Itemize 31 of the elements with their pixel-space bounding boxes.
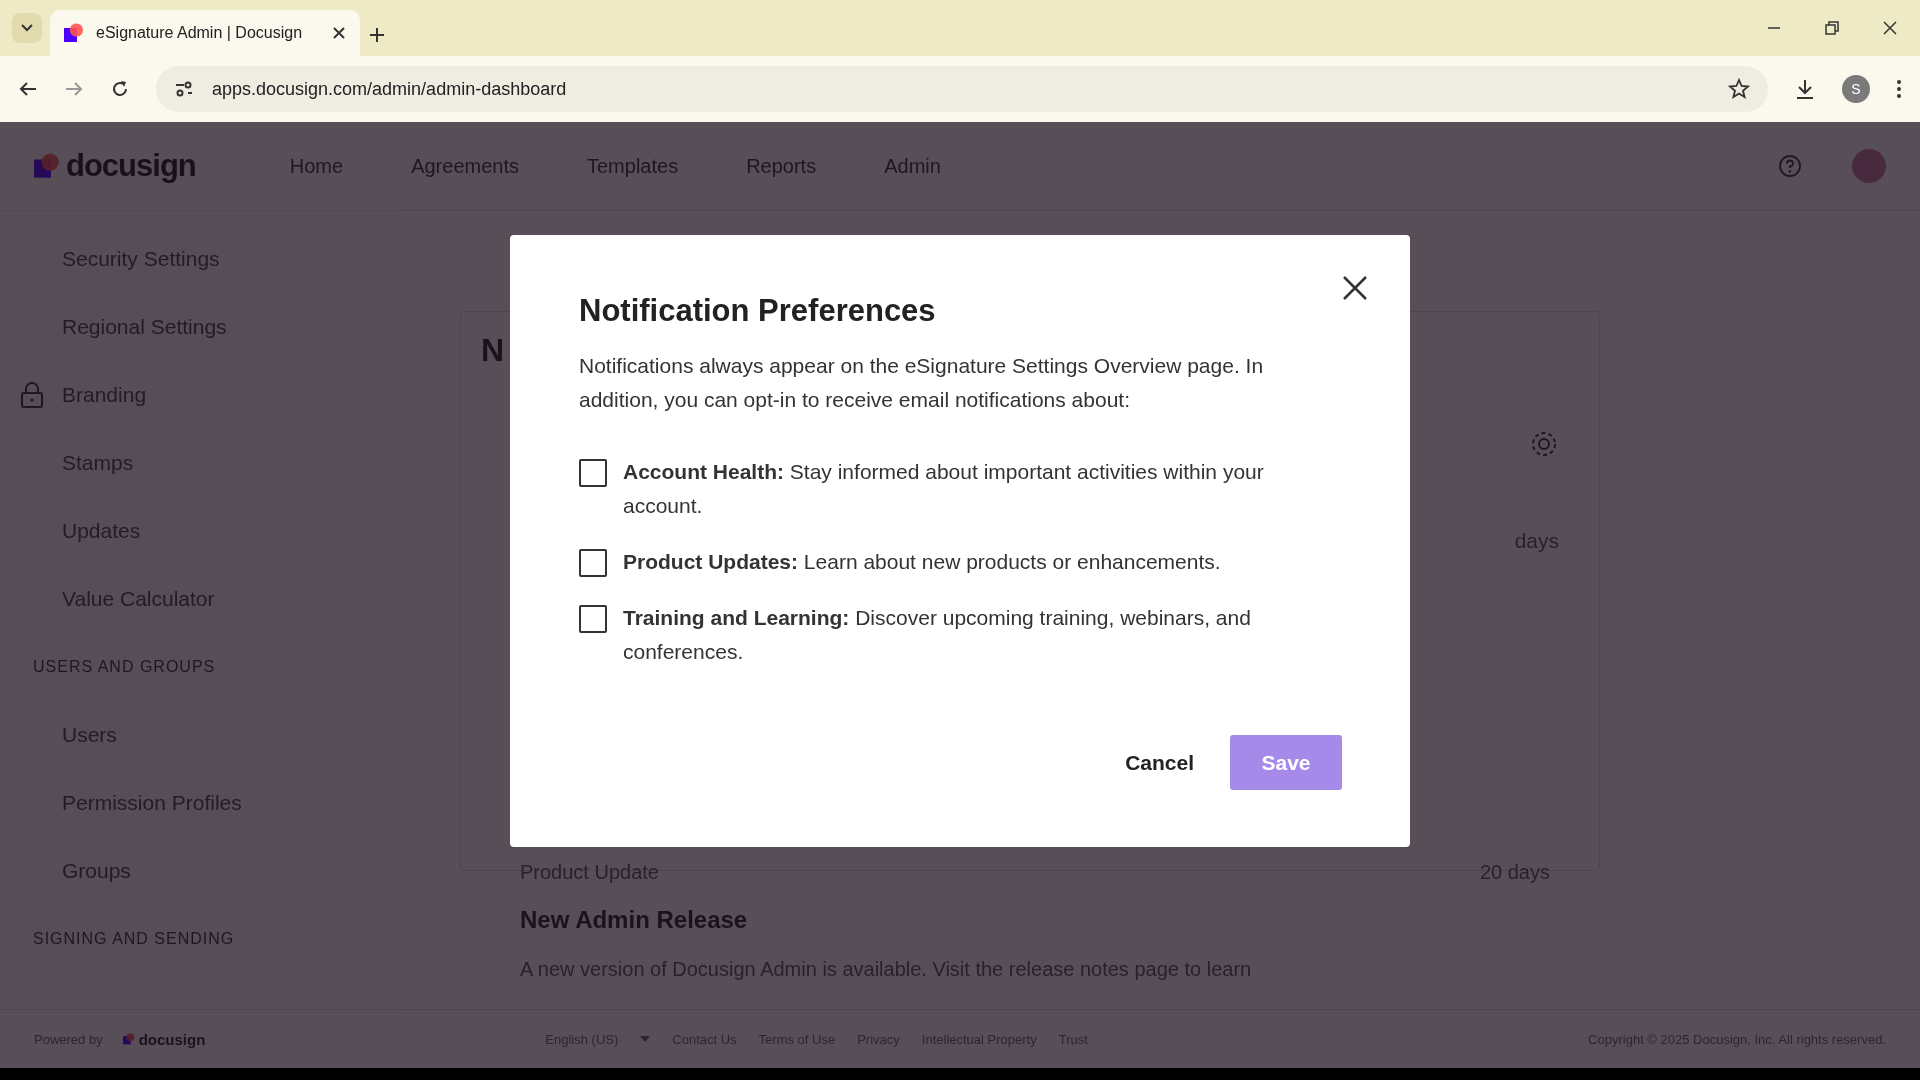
more-icon[interactable] [1896, 79, 1902, 99]
profile-avatar[interactable]: S [1842, 75, 1870, 103]
checkbox[interactable] [579, 605, 607, 633]
dialog-title: Notification Preferences [579, 293, 937, 329]
url-text: apps.docusign.com/admin/admin-dashboard [212, 78, 568, 100]
download-icon[interactable] [1794, 78, 1816, 100]
logo-icon [64, 23, 84, 43]
cancel-button[interactable]: Cancel [1125, 740, 1194, 785]
chevron-down-icon [20, 23, 34, 33]
card-heading: N [481, 332, 505, 369]
option-text: Product Updates: Learn about new products or enhancements. [623, 549, 1221, 575]
option-text: Training and Learning: Discover upcoming training, webinars, and conferences. [623, 605, 1252, 665]
browser-tab[interactable]: eSignature Admin | Docusign [50, 10, 360, 56]
dialog-text: Notifications always appear on the eSignature Settings Overview page. In addition, you can opt-in to receive email notifications about: [579, 353, 1265, 413]
checkbox[interactable] [579, 549, 607, 577]
close-icon[interactable] [332, 26, 346, 40]
reload-icon[interactable] [110, 79, 130, 99]
option-text: Account Health: Stay informed about important activities within your account. [623, 459, 1265, 519]
bookmark-star-icon[interactable] [1728, 78, 1750, 100]
close-icon[interactable] [1882, 20, 1898, 36]
logo-text: docusign [66, 148, 196, 184]
checkbox[interactable] [579, 459, 607, 487]
address-field[interactable]: apps.docusign.com/admin/admin-dashboard [156, 66, 1768, 112]
site-settings-icon[interactable] [174, 80, 194, 98]
logo-text: docusign [138, 1030, 206, 1048]
tab-list-button[interactable] [12, 13, 42, 43]
new-tab-icon[interactable] [368, 26, 386, 44]
tab-title: eSignature Admin | Docusign [96, 24, 304, 42]
update-title: New Admin Release [520, 906, 749, 934]
restore-icon[interactable] [1824, 20, 1840, 36]
nav-link[interactable]: Templates [587, 154, 679, 178]
